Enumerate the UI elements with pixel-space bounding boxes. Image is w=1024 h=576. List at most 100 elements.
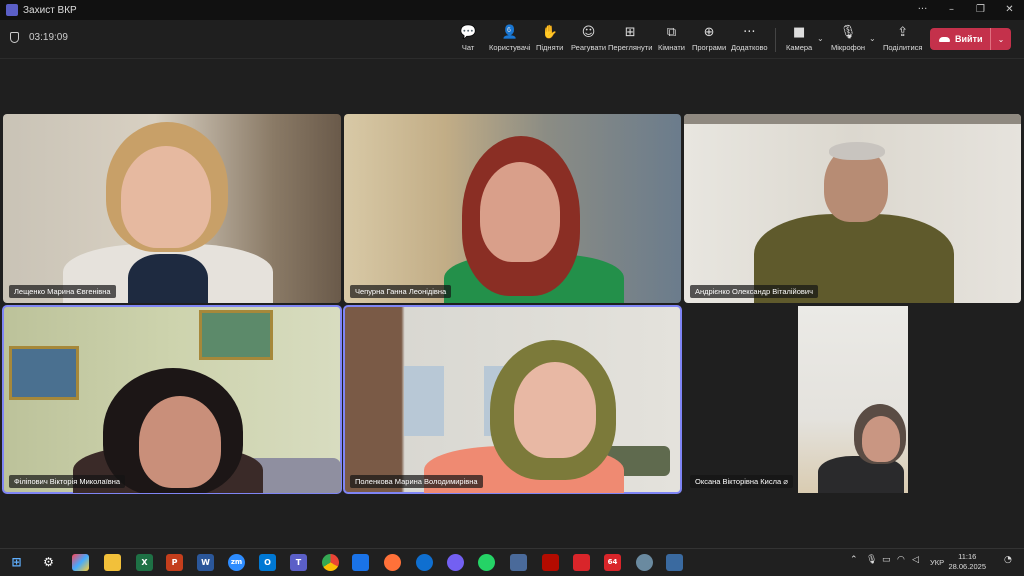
leave-button[interactable]: Вийти ⌄ [930, 28, 1011, 50]
firefox-icon[interactable] [384, 554, 401, 571]
calculator-icon[interactable] [666, 554, 683, 571]
zoom-icon[interactable]: zm [228, 554, 245, 571]
microphone-button[interactable]: 🎙 Мікрофон [831, 25, 865, 52]
participant-name: Оксана Вікторівна Кисла ⌀ [690, 475, 793, 488]
close-button[interactable]: ✕ [995, 0, 1024, 20]
battery-icon[interactable]: ▭ [882, 555, 891, 565]
title-bar: Захист ВКР ··· – ❐ ✕ [0, 0, 1024, 20]
rooms-button[interactable]: ⧉ Кімнати [658, 25, 685, 52]
people-count: 6 [507, 27, 511, 34]
mic-options-chevron-icon[interactable]: ⌄ [869, 34, 876, 43]
participant-hair [829, 142, 885, 160]
settings-gear-icon[interactable]: ⚙ [40, 554, 57, 571]
video-tile[interactable]: Філіпович Вікторія Миколаївна [2, 305, 342, 494]
volume-icon[interactable]: ◁ [912, 555, 919, 565]
leave-label: Вийти [955, 34, 983, 44]
file-explorer-icon[interactable] [104, 554, 121, 571]
mic-muted-icon: ⌀ [783, 477, 788, 486]
notifications-bell-icon[interactable]: ◔ [1004, 555, 1012, 565]
participant-face [121, 146, 211, 248]
participant-video-shirt [128, 254, 208, 303]
share-label: Поділитися [883, 43, 923, 52]
app-icon[interactable] [636, 554, 653, 571]
share-button[interactable]: ⇪ Поділитися [883, 25, 922, 52]
minimize-button[interactable]: – [937, 0, 966, 20]
leave-main[interactable]: Вийти [930, 34, 990, 44]
participant-face [480, 162, 560, 262]
more-window-options-icon[interactable]: ··· [908, 0, 937, 20]
view-label: Переглянути [608, 43, 653, 52]
maximize-button[interactable]: ❐ [966, 0, 995, 20]
grid-icon: ⊞ [624, 25, 636, 40]
teams-icon[interactable]: T [290, 554, 307, 571]
participant-name: Лещенко Марина Євгенівна [9, 285, 116, 298]
video-tile[interactable]: Поленкова Марина Володимирівна [343, 305, 682, 494]
teams-logo-icon [6, 4, 18, 16]
camera-button[interactable]: ■ Камера [786, 25, 812, 52]
participant-name: Андрієнко Олександр Віталійович [690, 285, 818, 298]
copilot-icon[interactable] [72, 554, 89, 571]
word-icon[interactable]: W [197, 554, 214, 571]
rooms-icon: ⧉ [666, 25, 677, 40]
save-icon[interactable] [510, 554, 527, 571]
camera-label: Камера [786, 43, 813, 52]
more-label: Додатково [731, 43, 768, 52]
camera-icon: ■ [792, 25, 806, 40]
apps-button[interactable]: ⊕ Програми [692, 25, 726, 52]
people-button[interactable]: 👤 6 Користувачі [489, 25, 530, 52]
mic-label: Мікрофон [831, 43, 866, 52]
react-button[interactable]: ☺ Реагувати [571, 25, 606, 52]
participant-name: Філіпович Вікторія Миколаївна [9, 475, 126, 488]
participant-video [798, 306, 908, 493]
window-controls: ··· – ❐ ✕ [908, 0, 1024, 20]
aida64-icon[interactable]: 64 [604, 554, 621, 571]
taskbar: ⊞ ⚙ X P W zm O T 64 ⌃ 🎙 ▭ ◠ ◁ УКР 11:16 … [0, 548, 1024, 576]
participant-face [514, 362, 596, 458]
raise-label: Підняти [536, 43, 564, 52]
camera-options-chevron-icon[interactable]: ⌄ [817, 34, 824, 43]
wifi-icon[interactable]: ◠ [897, 555, 905, 565]
whatsapp-icon[interactable] [478, 554, 495, 571]
windows-start-icon[interactable]: ⊞ [8, 554, 25, 571]
chat-button[interactable]: 💬 Чат [460, 25, 476, 52]
pdf-reader-icon[interactable] [542, 554, 559, 571]
meeting-toolbar: 03:19:09 💬 Чат 👤 6 Користувачі ✋ Підняти… [0, 20, 1024, 59]
apps-label: Програми [692, 43, 727, 52]
hand-icon: ✋ [541, 25, 558, 40]
toolbar-divider [775, 28, 776, 52]
wall-picture [199, 310, 273, 360]
view-button[interactable]: ⊞ Переглянути [608, 25, 652, 52]
video-tile[interactable]: Чепурна Ганна Леонідівна [344, 114, 681, 303]
video-tile[interactable]: Лещенко Марина Євгенівна [3, 114, 341, 303]
participant-name-text: Оксана Вікторівна Кисла [695, 477, 782, 486]
window-title: Захист ВКР [23, 4, 77, 16]
clock-date: 28.06.2025 [948, 562, 986, 571]
excel-icon[interactable]: X [136, 554, 153, 571]
participant-name: Поленкова Марина Володимирівна [350, 475, 483, 488]
meeting-timer: 03:19:09 [10, 32, 68, 43]
leave-options-chevron-icon[interactable]: ⌄ [991, 35, 1011, 44]
language-indicator[interactable]: УКР [930, 558, 944, 567]
clock[interactable]: 11:16 28.06.2025 [948, 552, 986, 572]
microphone-tray-icon[interactable]: 🎙 [866, 555, 877, 565]
smile-icon: ☺ [581, 25, 596, 40]
anydesk-icon[interactable] [573, 554, 590, 571]
browser-icon[interactable] [416, 554, 433, 571]
people-label: Користувачі [489, 43, 531, 52]
viber-icon[interactable] [447, 554, 464, 571]
chat-label: Чат [461, 43, 475, 52]
more-button[interactable]: ··· Додатково [731, 25, 768, 52]
microphone-icon: 🎙 [839, 25, 857, 40]
video-tile[interactable]: Андрієнко Олександр Віталійович [684, 114, 1021, 303]
participant-name: Чепурна Ганна Леонідівна [350, 285, 452, 298]
participant-face [862, 416, 900, 462]
app-icon[interactable] [352, 554, 369, 571]
video-tile[interactable]: Оксана Вікторівна Кисла ⌀ [684, 306, 1021, 493]
outlook-icon[interactable]: O [259, 554, 276, 571]
video-stage: Лещенко Марина Євгенівна Чепурна Ганна Л… [0, 60, 1024, 548]
rooms-label: Кімнати [658, 43, 685, 52]
chrome-icon[interactable] [322, 554, 339, 571]
raise-hand-button[interactable]: ✋ Підняти [536, 25, 563, 52]
powerpoint-icon[interactable]: P [166, 554, 183, 571]
chevron-up-icon[interactable]: ⌃ [850, 555, 858, 565]
